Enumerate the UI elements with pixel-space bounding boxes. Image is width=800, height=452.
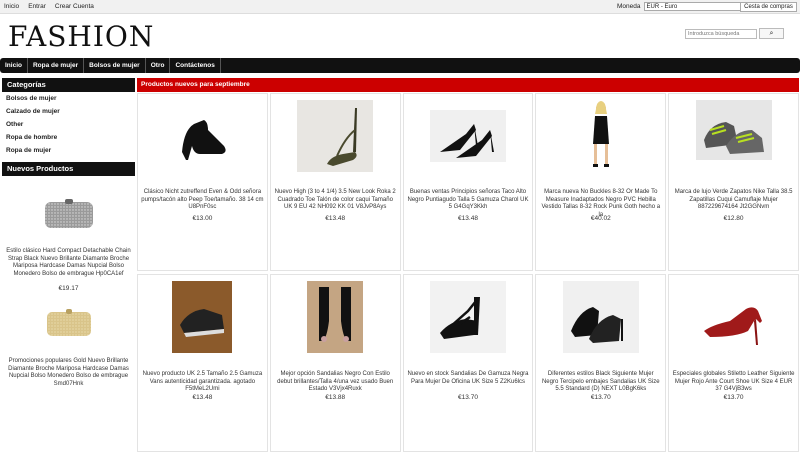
top-links: Inicio Entrar Crear Cuenta [4,3,94,10]
search-input[interactable]: Introduzca búsqueda [685,29,757,39]
product-title: Diferentes estilos Black Siguiente Mujer… [541,371,660,392]
sidebar-product-title: Estilo clásico Hard Compact Detachable C… [6,248,131,277]
create-account-link[interactable]: Crear Cuenta [55,3,94,10]
main-nav: Inicio Ropa de mujer Bolsos de mujer Otr… [0,58,800,73]
black-suede-shoe-icon [172,281,233,353]
product-price: €13.70 [590,394,611,401]
product-card[interactable]: Diferentes estilos Black Siguiente Mujer… [535,274,667,452]
product-title: Nuevo producto UK 2.5 Tamaño 2.5 Gamuza … [142,371,263,392]
category-item[interactable]: Calzado de mujer [2,105,135,118]
search-icon: ⌕ [769,30,774,37]
product-card[interactable]: Nuevo producto UK 2.5 Tamaño 2.5 Gamuza … [137,274,268,452]
product-card[interactable]: Marca nueva No Buckles 8-32 Or Made To M… [535,93,667,271]
black-velvet-sandals-icon [562,281,639,353]
product-card[interactable]: Mejor opción Sandalias Negro Con Estilo … [269,274,401,452]
product-price: €13.70 [458,394,478,401]
product-price: €13.48 [192,394,213,401]
product-title: Nuevo High (3 to 4 1/4) 3.5 New Look Rok… [274,189,396,210]
login-link[interactable]: Entrar [28,3,46,10]
sidebar: Categorías Bolsos de mujer Calzado de mu… [2,78,135,388]
new-products-title: Nuevos Productos [2,162,135,176]
category-item[interactable]: Other [2,118,135,131]
black-t-strap-sandal-icon [429,281,506,353]
black-peep-toe-heels-icon [307,281,364,353]
product-title: Buenas ventas Principios señoras Taco Al… [407,189,529,210]
nav-womens-clothing[interactable]: Ropa de mujer [28,58,85,73]
product-card[interactable]: Clásico Nicht zutreffend Even & Odd seño… [137,93,268,271]
nav-womens-bags[interactable]: Bolsos de mujer [84,58,146,73]
section-title: Productos nuevos para septiembre [137,78,799,92]
product-title: Clásico Nicht zutreffend Even & Odd seño… [141,189,264,210]
product-card[interactable]: Marca de lujo Verde Zapatos Nike Talla 3… [668,93,799,271]
category-item[interactable]: Ropa de mujer [2,144,135,157]
site-logo[interactable]: FASHION [8,20,154,53]
top-bar: Inicio Entrar Crear Cuenta Moneda EUR - … [0,0,800,14]
sidebar-product-price: €19.17 [58,285,79,292]
khaki-strappy-sandal-icon [297,100,374,172]
search-button[interactable]: ⌕ [759,28,784,39]
product-price: €13.70 [723,394,744,401]
product-price: €12.80 [723,215,744,222]
currency-label: Moneda [617,3,641,10]
silver-clutch-icon [44,199,93,228]
black-stiletto-pump-icon [182,120,226,160]
product-grid: Clásico Nicht zutreffend Even & Odd seño… [137,93,799,452]
green-sneakers-icon [695,100,772,160]
category-item[interactable]: Bolsos de mujer [2,92,135,105]
gold-clutch-icon [46,309,91,336]
product-card[interactable]: Buenas ventas Principios señoras Taco Al… [402,93,534,271]
product-title: Marca de lujo Verde Zapatos Nike Talla 3… [674,189,793,210]
product-price: €13.00 [192,215,213,222]
nav-contact[interactable]: Contáctenos [170,58,221,73]
categories-title: Categorías [2,78,135,92]
product-price: €13.48 [458,215,478,222]
sidebar-product[interactable]: Estilo clásico Hard Compact Detachable C… [2,194,135,292]
nav-other[interactable]: Otro [146,58,171,73]
sidebar-product-title: Promociones populares Gold Nuevo Brillan… [8,358,129,387]
black-pointed-heels-icon [429,110,506,162]
sidebar-product[interactable]: Promociones populares Gold Nuevo Brillan… [2,304,135,388]
product-price: €13.88 [325,394,346,401]
home-link[interactable]: Inicio [4,3,19,10]
category-item[interactable]: Ropa de hombre [2,131,135,144]
product-price: €13.48 [325,215,346,222]
red-suede-pump-icon [703,307,762,345]
product-title: Especiales globales Stiletto Leather Sig… [672,371,795,392]
product-card[interactable]: Nuevo High (3 to 4 1/4) 3.5 New Look Rok… [269,93,401,271]
product-price: €40.02 [590,215,611,222]
product-title: Nuevo en stock Sandalias De Gamuza Negra… [407,371,529,385]
cart-button[interactable]: Cesta de compras [740,2,797,12]
product-title: Mejor opción Sandalias Negro Con Estilo … [277,371,394,392]
product-card[interactable]: Nuevo en stock Sandalias De Gamuza Negra… [402,274,534,452]
product-card[interactable]: Especiales globales Stiletto Leather Sig… [668,274,799,452]
black-pvc-dress-icon [592,101,609,167]
nav-home[interactable]: Inicio [0,58,28,73]
